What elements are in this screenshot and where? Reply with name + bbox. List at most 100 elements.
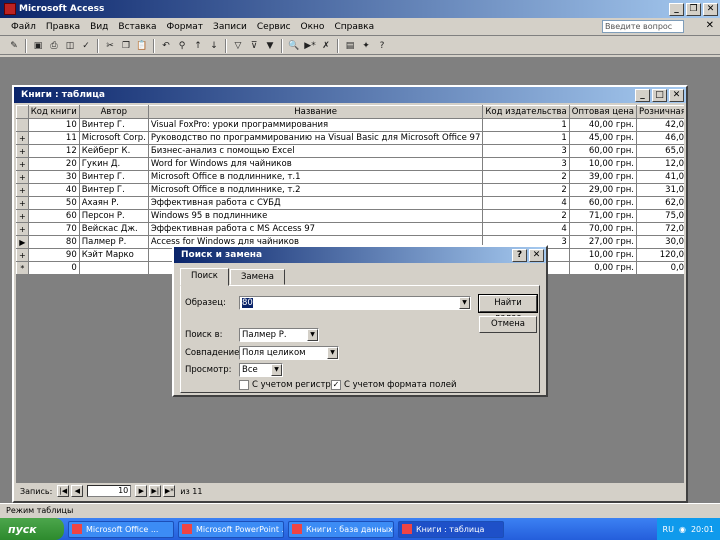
- cell-pub[interactable]: 3: [482, 144, 570, 158]
- menu-tools[interactable]: Сервис: [252, 22, 296, 32]
- table-row[interactable]: +30 Винтер Г. Microsoft Office в подлинник…: [16, 170, 684, 184]
- close-window-icon[interactable]: ✕: [706, 20, 714, 31]
- cell-author[interactable]: Кейберг К.: [78, 144, 149, 158]
- cell-code[interactable]: 30: [27, 170, 80, 184]
- cell-retail[interactable]: 65,00 грн.: [635, 144, 684, 158]
- cell-author[interactable]: Винтер Г.: [78, 170, 149, 184]
- cell-wholesale[interactable]: 0,00 грн.: [568, 261, 638, 275]
- row-selector[interactable]: +: [16, 196, 29, 210]
- cell-author[interactable]: Персон Р.: [78, 209, 149, 223]
- checkbox-box[interactable]: [239, 380, 249, 390]
- sort-asc-icon[interactable]: ↑: [191, 39, 205, 53]
- cell-wholesale[interactable]: 40,00 грн.: [568, 118, 638, 132]
- table-row[interactable]: +70 Вейскас Дж. Эффективная работа с MS Ac…: [16, 222, 684, 236]
- menu-window[interactable]: Окно: [296, 22, 330, 32]
- cell-author[interactable]: Винтер Г.: [78, 183, 149, 197]
- spelling-icon[interactable]: ✓: [79, 39, 93, 53]
- help-icon[interactable]: ?: [375, 39, 389, 53]
- cell-pub[interactable]: 1: [482, 131, 570, 145]
- cell-title[interactable]: Windows 95 в подлиннике: [147, 209, 484, 223]
- menu-view[interactable]: Вид: [85, 22, 113, 32]
- checkbox-checked[interactable]: ✓: [331, 380, 341, 390]
- taskbar-item[interactable]: Microsoft PowerPoint ...: [178, 520, 284, 538]
- cell-author[interactable]: Винтер Г.: [78, 118, 149, 132]
- cell-wholesale[interactable]: 45,00 грн.: [568, 131, 638, 145]
- row-selector[interactable]: +: [16, 248, 29, 262]
- row-selector[interactable]: +: [16, 183, 29, 197]
- cell-retail[interactable]: 120,00 грн.: [635, 248, 684, 262]
- new-record-button[interactable]: ▶*: [163, 485, 176, 497]
- cell-title[interactable]: Microsoft Office в подлиннике, т.1: [147, 170, 484, 184]
- tab-replace[interactable]: Замена: [229, 269, 286, 285]
- find-icon[interactable]: 🔍: [287, 39, 301, 53]
- cell-wholesale[interactable]: 70,00 грн.: [568, 222, 638, 236]
- cell-pub[interactable]: 3: [482, 157, 570, 171]
- cell-retail[interactable]: 62,00 грн.: [635, 196, 684, 210]
- look-in-select[interactable]: Палмер Р. ▼: [239, 328, 319, 342]
- cell-code[interactable]: 50: [27, 196, 80, 210]
- table-row[interactable]: 10 Винтер Г. Visual FoxPro: уроки программ…: [16, 118, 684, 132]
- close-button[interactable]: ✕: [703, 2, 718, 16]
- undo-icon[interactable]: ↶: [159, 39, 173, 53]
- cell-code[interactable]: 0: [27, 261, 80, 275]
- row-selector[interactable]: [16, 118, 29, 132]
- cell-wholesale[interactable]: 71,00 грн.: [568, 209, 638, 223]
- cell-author[interactable]: [78, 261, 149, 275]
- cell-pub[interactable]: 2: [482, 209, 570, 223]
- apply-filter-icon[interactable]: ▼: [263, 39, 277, 53]
- cell-title[interactable]: Эффективная работа с MS Access 97: [147, 222, 484, 236]
- filter-form-icon[interactable]: ⊽: [247, 39, 261, 53]
- cell-code[interactable]: 12: [27, 144, 80, 158]
- column-header[interactable]: Код книги: [27, 105, 80, 119]
- cell-retail[interactable]: 31,00 грн.: [635, 183, 684, 197]
- cell-wholesale[interactable]: 29,00 грн.: [568, 183, 638, 197]
- cell-code[interactable]: 70: [27, 222, 80, 236]
- menu-file[interactable]: Файл: [6, 22, 41, 32]
- cell-title[interactable]: Visual FoxPro: уроки программирования: [147, 118, 484, 132]
- column-header[interactable]: Оптовая цена: [568, 105, 638, 119]
- copy-icon[interactable]: ❐: [119, 39, 133, 53]
- cancel-button[interactable]: Отмена: [479, 316, 537, 333]
- next-record-button[interactable]: ▶: [135, 485, 148, 497]
- table-close-button[interactable]: ✕: [669, 88, 684, 102]
- cell-author[interactable]: Палмер Р.: [78, 235, 149, 249]
- cell-code[interactable]: 90: [27, 248, 80, 262]
- table-row[interactable]: +11 Microsoft Corp. Руководство по програм…: [16, 131, 684, 145]
- language-indicator[interactable]: RU: [663, 525, 674, 534]
- chevron-down-icon[interactable]: ▼: [327, 347, 338, 359]
- paste-icon[interactable]: 📋: [135, 39, 149, 53]
- cell-wholesale[interactable]: 60,00 грн.: [568, 196, 638, 210]
- cell-pub[interactable]: 2: [482, 170, 570, 184]
- match-case-checkbox[interactable]: С учетом регистра: [239, 380, 336, 390]
- cell-wholesale[interactable]: 27,00 грн.: [568, 235, 638, 249]
- delete-record-icon[interactable]: ✗: [319, 39, 333, 53]
- last-record-button[interactable]: ▶|: [149, 485, 162, 497]
- new-record-icon[interactable]: ▶*: [303, 39, 317, 53]
- column-header[interactable]: Код издательства: [482, 105, 570, 119]
- cell-code[interactable]: 60: [27, 209, 80, 223]
- start-button[interactable]: пуск: [0, 518, 64, 540]
- row-selector[interactable]: +: [16, 209, 29, 223]
- cell-title[interactable]: Word for Windows для чайников: [147, 157, 484, 171]
- corner-selector[interactable]: [16, 105, 29, 119]
- cell-pub[interactable]: 2: [482, 183, 570, 197]
- taskbar-item[interactable]: Microsoft Office ...: [68, 520, 174, 538]
- row-selector[interactable]: +: [16, 131, 29, 145]
- cell-code[interactable]: 11: [27, 131, 80, 145]
- cut-icon[interactable]: ✂: [103, 39, 117, 53]
- cell-author[interactable]: Вейскас Дж.: [78, 222, 149, 236]
- record-number-field[interactable]: 10: [87, 485, 132, 497]
- find-next-button[interactable]: Найти далее: [478, 294, 538, 323]
- cell-retail[interactable]: 42,00 грн.: [635, 118, 684, 132]
- cell-wholesale[interactable]: 10,00 грн.: [568, 248, 638, 262]
- cell-author[interactable]: Microsoft Corp.: [78, 131, 149, 145]
- table-row[interactable]: +12 Кейберг К. Бизнес-анализ с помощью Exc…: [16, 144, 684, 158]
- cell-pub[interactable]: 1: [482, 118, 570, 132]
- view-icon[interactable]: ✎: [7, 39, 21, 53]
- table-row[interactable]: +20 Гукин Д. Word for Windows для чайников…: [16, 157, 684, 171]
- menu-edit[interactable]: Правка: [41, 22, 85, 32]
- preview-icon[interactable]: ◫: [63, 39, 77, 53]
- cell-wholesale[interactable]: 39,00 грн.: [568, 170, 638, 184]
- database-window-icon[interactable]: ▤: [343, 39, 357, 53]
- cell-retail[interactable]: 75,00 грн.: [635, 209, 684, 223]
